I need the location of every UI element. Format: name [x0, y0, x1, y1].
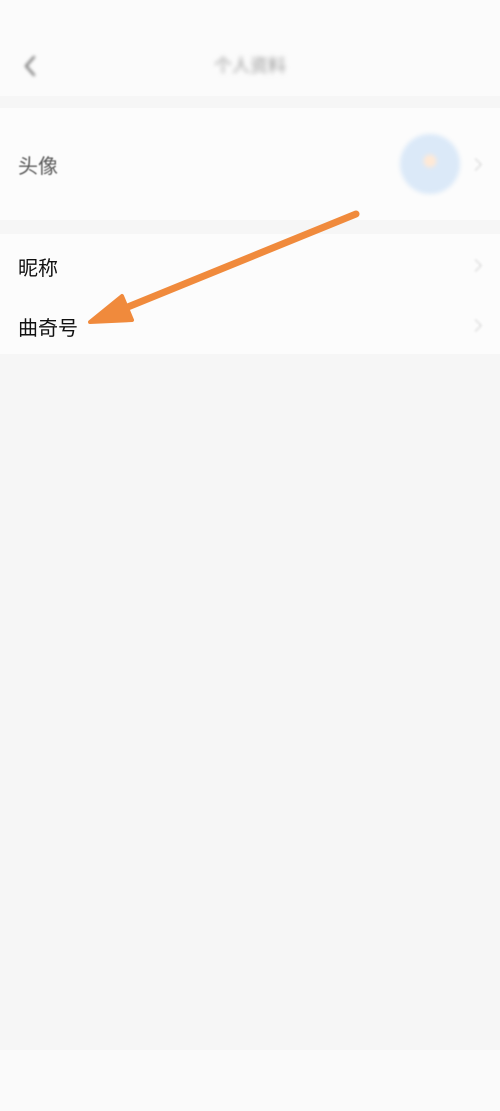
- avatar-row[interactable]: 头像: [0, 108, 500, 220]
- avatar-label: 头像: [18, 154, 58, 178]
- status-bar: [0, 0, 500, 36]
- id-row[interactable]: 曲奇号: [0, 294, 500, 354]
- nickname-row[interactable]: 昵称: [0, 234, 500, 294]
- bottom-safe-area: [0, 1050, 500, 1111]
- id-label: 曲奇号: [18, 316, 78, 340]
- navigation-bar: 个人资料: [0, 36, 500, 96]
- chevron-right-icon: [469, 259, 482, 272]
- page-title: 个人资料: [214, 56, 286, 77]
- avatar[interactable]: [400, 134, 460, 194]
- chevron-right-icon: [469, 319, 482, 332]
- chevron-right-icon: [469, 158, 482, 171]
- profile-fields-section: 昵称 曲奇号: [0, 234, 500, 354]
- nickname-label: 昵称: [18, 256, 58, 280]
